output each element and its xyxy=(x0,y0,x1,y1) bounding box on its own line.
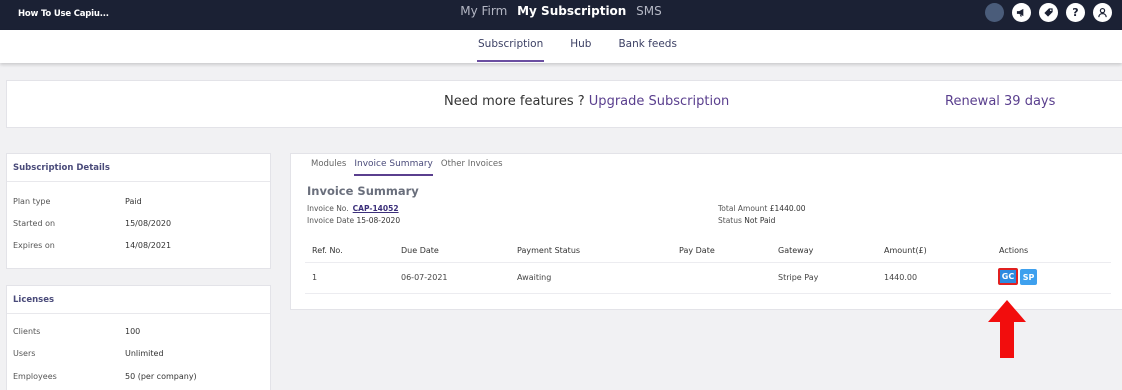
invoice-tabs: Modules Invoice Summary Other Invoices xyxy=(311,159,511,176)
invoice-panel: Modules Invoice Summary Other Invoices I… xyxy=(290,153,1122,310)
col-ref-no: Ref. No. xyxy=(312,246,343,255)
status-label: Status xyxy=(718,216,742,225)
invoice-date-label: Invoice Date xyxy=(307,216,355,225)
detail-value: 15/08/2020 xyxy=(125,219,172,228)
gc-pay-button[interactable]: GC xyxy=(998,268,1018,285)
help-icon[interactable]: ? xyxy=(1066,3,1085,22)
renewal-status: Renewal 39 days xyxy=(945,94,1056,109)
licenses-card: Licenses Clients 100 Users Unlimited Emp… xyxy=(6,285,271,390)
total-amount-line: Total Amount £1440.00 xyxy=(718,204,806,213)
detail-key: Expires on xyxy=(13,241,55,250)
sp-pay-button[interactable]: SP xyxy=(1020,269,1037,285)
status-line: Status Not Paid xyxy=(718,216,775,225)
nav-my-firm[interactable]: My Firm xyxy=(460,4,507,18)
upgrade-banner: Need more features ? Upgrade Subscriptio… xyxy=(6,80,1122,128)
top-bar: How To Use Capiu... My Firm My Subscript… xyxy=(0,0,1122,30)
license-value: 100 xyxy=(125,327,141,336)
license-key: Clients xyxy=(13,327,41,336)
detail-key: Started on xyxy=(13,219,56,228)
cell-due-date: 06-07-2021 xyxy=(401,273,448,282)
detail-value: 14/08/2021 xyxy=(125,241,172,250)
nav-sms[interactable]: SMS xyxy=(636,4,662,18)
nav-my-subscription[interactable]: My Subscription xyxy=(517,4,626,18)
banner-prefix: Need more features ? xyxy=(444,94,589,109)
invoice-no-line: Invoice No. CAP-14052 xyxy=(307,204,399,213)
detail-key: Plan type xyxy=(13,197,51,206)
avatar-icon[interactable] xyxy=(985,3,1004,22)
invoice-summary-heading: Invoice Summary xyxy=(307,184,419,198)
col-amount: Amount(£) xyxy=(884,246,927,255)
tab-hub[interactable]: Hub xyxy=(569,38,592,62)
license-key: Employees xyxy=(13,372,57,381)
tag-icon[interactable] xyxy=(1039,3,1058,22)
tab-subscription[interactable]: Subscription xyxy=(477,38,545,62)
invoice-date-line: Invoice Date 15-08-2020 xyxy=(307,216,400,225)
license-value: 50 (per company) xyxy=(125,372,197,381)
total-amount-label: Total Amount xyxy=(718,204,768,213)
cell-gateway: Stripe Pay xyxy=(778,273,819,282)
tab-other-invoices[interactable]: Other Invoices xyxy=(441,159,503,176)
top-icons: ? xyxy=(985,3,1112,22)
upgrade-subscription-link[interactable]: Upgrade Subscription xyxy=(589,94,730,109)
tab-bank-feeds[interactable]: Bank feeds xyxy=(617,38,677,62)
invoice-no-label: Invoice No. xyxy=(307,204,349,213)
sub-nav: Subscription Hub Bank feeds xyxy=(0,30,1122,63)
user-icon[interactable] xyxy=(1093,3,1112,22)
tab-invoice-summary[interactable]: Invoice Summary xyxy=(354,159,433,176)
licenses-title: Licenses xyxy=(7,286,270,314)
col-due-date: Due Date xyxy=(401,246,439,255)
invoice-no-link[interactable]: CAP-14052 xyxy=(353,204,399,213)
status-value: Not Paid xyxy=(744,216,776,225)
table-divider xyxy=(305,262,1111,263)
cell-ref-no: 1 xyxy=(312,273,318,282)
tab-modules[interactable]: Modules xyxy=(311,159,346,176)
license-key: Users xyxy=(13,349,36,358)
banner-text: Need more features ? Upgrade Subscriptio… xyxy=(444,94,729,109)
col-gateway: Gateway xyxy=(778,246,814,255)
table-divider xyxy=(305,293,1111,294)
megaphone-icon[interactable] xyxy=(1012,3,1031,22)
col-actions: Actions xyxy=(999,246,1029,255)
license-value: Unlimited xyxy=(125,349,164,358)
col-pay-date: Pay Date xyxy=(679,246,715,255)
col-payment-status: Payment Status xyxy=(517,246,581,255)
cell-payment-status: Awaiting xyxy=(517,273,552,282)
top-nav: My Firm My Subscription SMS xyxy=(0,4,1122,18)
subscription-details-title: Subscription Details xyxy=(7,154,270,182)
invoice-date-value: 15-08-2020 xyxy=(356,216,401,225)
detail-value: Paid xyxy=(125,197,142,206)
total-amount-value: £1440.00 xyxy=(769,204,806,213)
cell-amount: 1440.00 xyxy=(884,273,918,282)
subscription-details-card: Subscription Details Plan type Paid Star… xyxy=(6,153,271,269)
up-arrow-icon xyxy=(988,300,1026,358)
